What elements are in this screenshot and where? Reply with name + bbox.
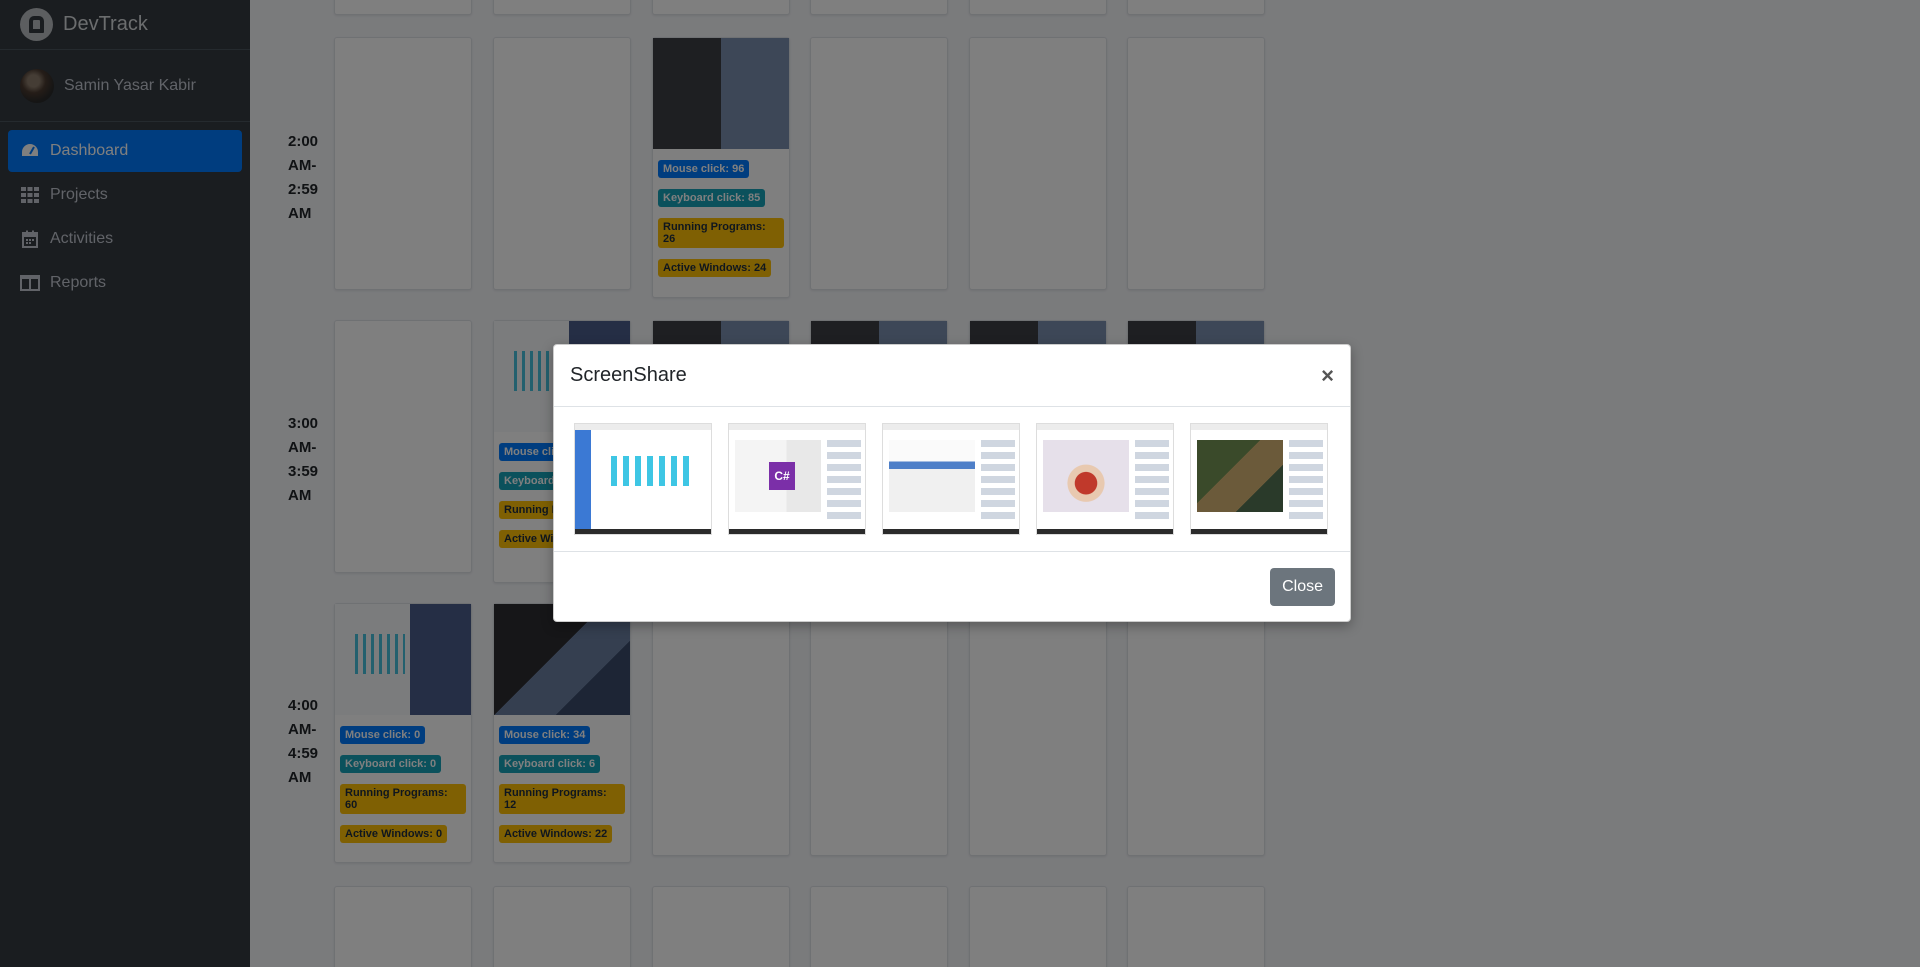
screenshot-thumbnail[interactable]	[882, 423, 1020, 535]
modal-body: C#	[554, 407, 1350, 552]
screenshare-modal: ScreenShare × C# Close	[553, 344, 1351, 622]
close-icon[interactable]: ×	[1321, 364, 1334, 386]
screenshot-thumbnail[interactable]	[1036, 423, 1174, 535]
modal-footer: Close	[554, 552, 1350, 621]
csharp-logo: C#	[769, 462, 795, 490]
modal-title: ScreenShare	[570, 364, 687, 386]
screenshot-thumbnail[interactable]	[1190, 423, 1328, 535]
close-button[interactable]: Close	[1270, 567, 1335, 606]
modal-header: ScreenShare ×	[554, 345, 1350, 407]
screenshot-thumbnail[interactable]	[574, 423, 712, 535]
screenshot-thumbnail[interactable]: C#	[728, 423, 866, 535]
